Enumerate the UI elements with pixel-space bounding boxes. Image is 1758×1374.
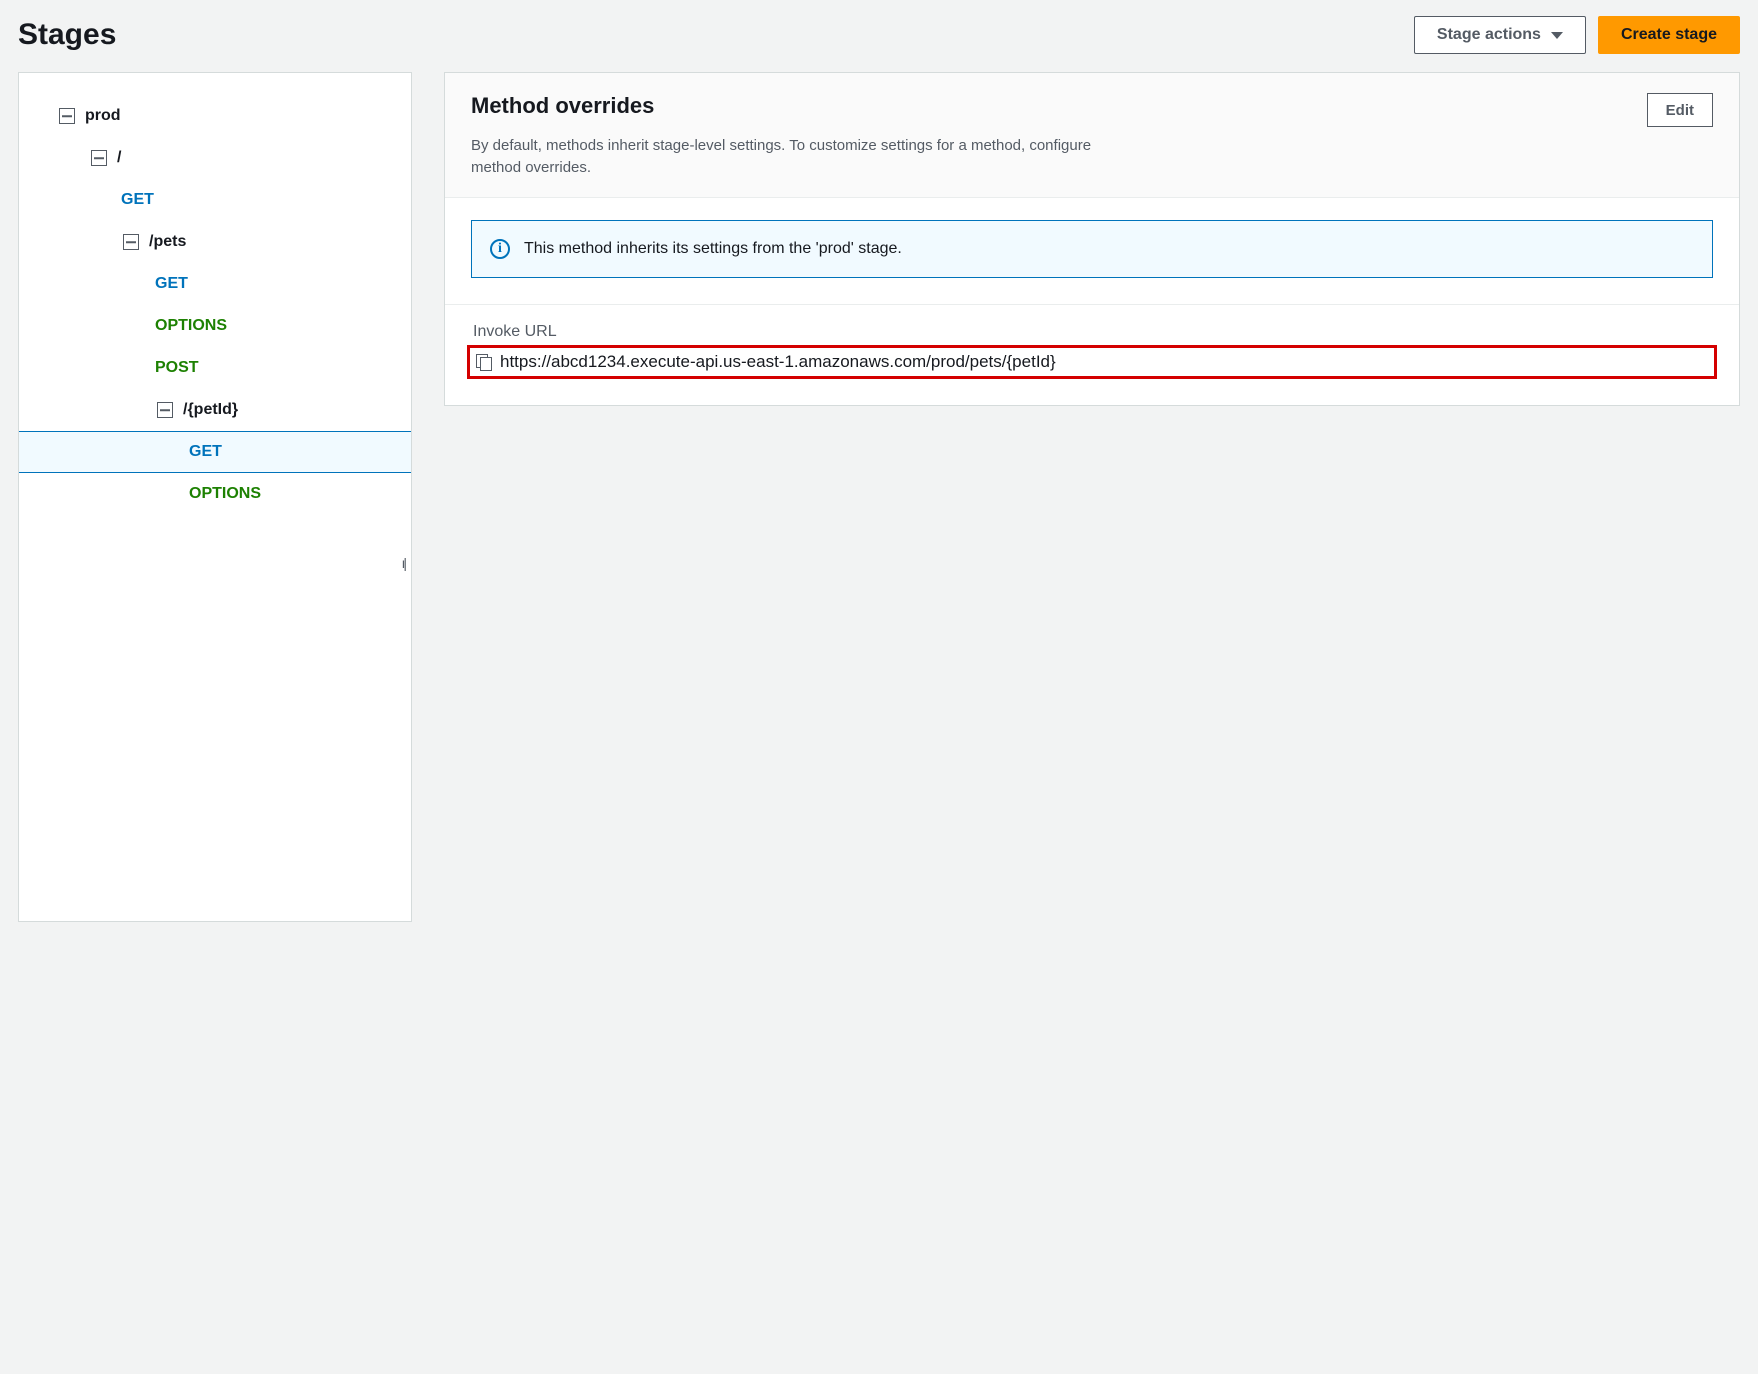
chevron-down-icon	[1551, 32, 1563, 39]
copy-icon[interactable]	[476, 354, 492, 370]
method-label: GET	[121, 192, 154, 208]
invoke-url-value: https://abcd1234.execute-api.us-east-1.a…	[500, 352, 1056, 372]
divider	[445, 304, 1739, 305]
invoke-url-section: Invoke URL https://abcd1234.execute-api.…	[467, 323, 1717, 379]
stages-tree-panel: prod / GET /pets GET	[18, 72, 412, 922]
method-detail-panel: Method overrides Edit By default, method…	[444, 72, 1740, 406]
page-title: Stages	[18, 18, 116, 52]
tree-method-petid-get[interactable]: GET	[19, 431, 411, 473]
invoke-url-row: https://abcd1234.execute-api.us-east-1.a…	[467, 345, 1717, 379]
stage-actions-button[interactable]: Stage actions	[1414, 16, 1586, 54]
method-label: OPTIONS	[189, 486, 261, 502]
method-label: POST	[155, 360, 199, 376]
tree-method-pets-get[interactable]: GET	[19, 263, 411, 305]
tree-resource-root[interactable]: /	[19, 137, 411, 179]
method-label: GET	[155, 276, 188, 292]
collapse-icon[interactable]	[59, 108, 75, 124]
method-label: OPTIONS	[155, 318, 227, 334]
method-label: GET	[189, 444, 222, 460]
tree-method-pets-post[interactable]: POST	[19, 347, 411, 389]
collapse-icon[interactable]	[123, 234, 139, 250]
info-banner: i This method inherits its settings from…	[471, 220, 1713, 278]
detail-title: Method overrides	[471, 93, 654, 119]
resize-handle-icon[interactable]: ı|	[401, 555, 405, 571]
tree-resource-pets[interactable]: /pets	[19, 221, 411, 263]
tree-stage-prod[interactable]: prod	[19, 95, 411, 137]
detail-header: Method overrides Edit By default, method…	[445, 73, 1739, 198]
tree-method-petid-options[interactable]: OPTIONS	[19, 473, 411, 515]
edit-button[interactable]: Edit	[1647, 93, 1713, 127]
invoke-url-label: Invoke URL	[467, 323, 1717, 341]
collapse-icon[interactable]	[157, 402, 173, 418]
tree-method-pets-options[interactable]: OPTIONS	[19, 305, 411, 347]
resource-path: /pets	[149, 234, 186, 250]
stage-label: prod	[85, 108, 121, 124]
collapse-icon[interactable]	[91, 150, 107, 166]
resource-path: /{petId}	[183, 402, 238, 418]
create-stage-button[interactable]: Create stage	[1598, 16, 1740, 54]
info-icon: i	[490, 239, 510, 259]
header-actions: Stage actions Create stage	[1414, 16, 1740, 54]
stage-actions-label: Stage actions	[1437, 26, 1541, 44]
resource-path: /	[117, 150, 121, 166]
detail-description: By default, methods inherit stage-level …	[471, 135, 1121, 179]
tree-method-get[interactable]: GET	[19, 179, 411, 221]
info-message: This method inherits its settings from t…	[524, 240, 902, 258]
page-header: Stages Stage actions Create stage	[18, 16, 1740, 54]
tree-resource-petid[interactable]: /{petId}	[19, 389, 411, 431]
